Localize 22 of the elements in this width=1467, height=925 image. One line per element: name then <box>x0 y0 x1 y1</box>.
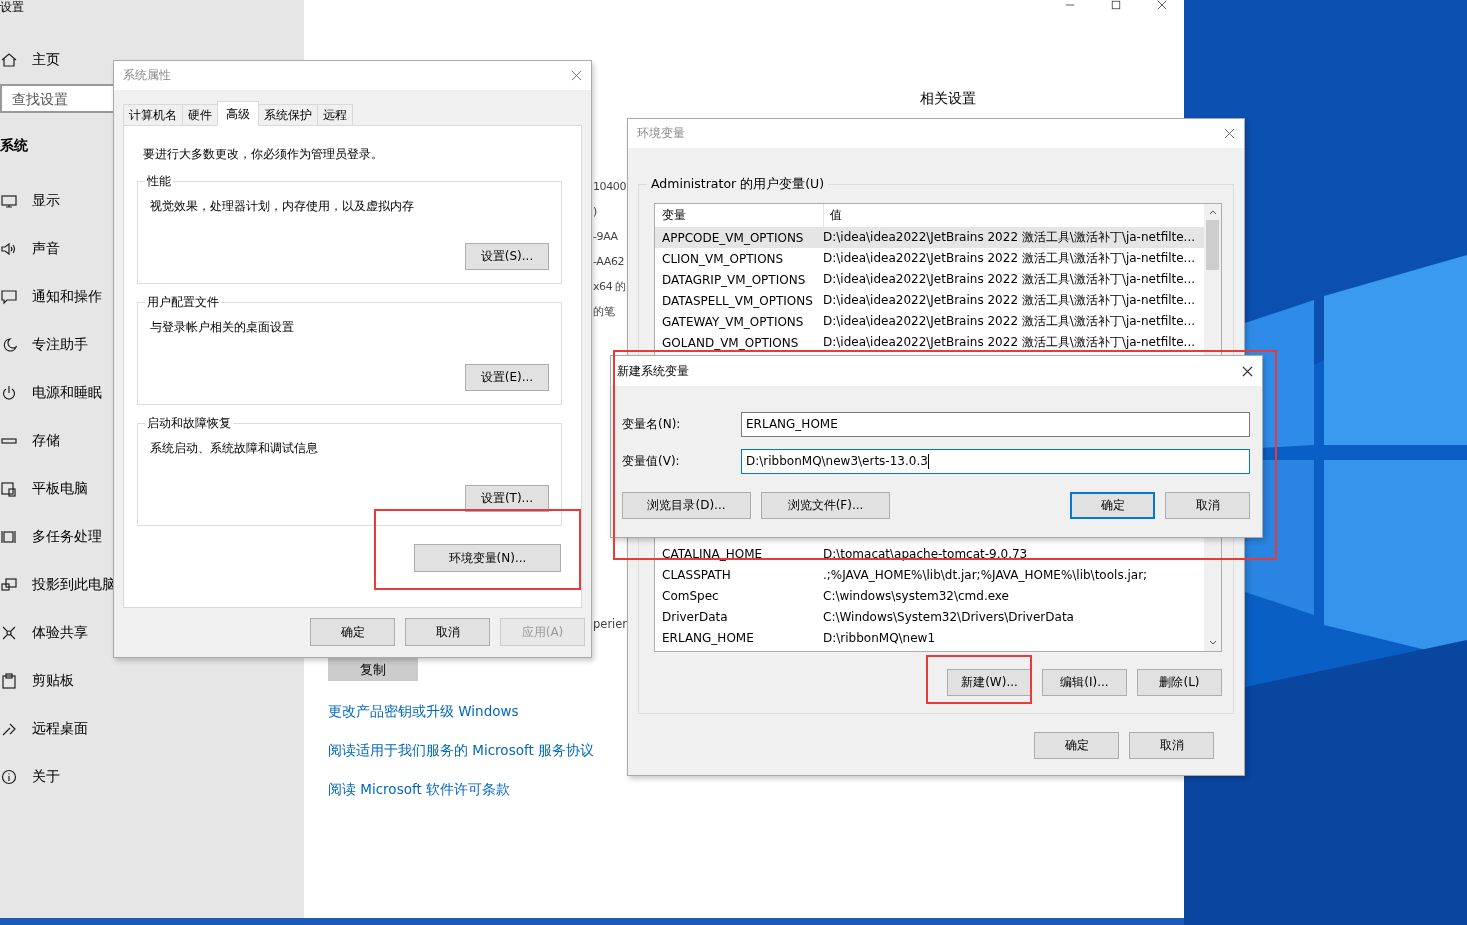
partial-text: -AA62 <box>593 254 625 270</box>
group-label: 启动和故障恢复 <box>145 415 233 432</box>
partial-text: 10400 <box>593 179 626 195</box>
dialog-title: 新建系统变量 <box>617 362 690 380</box>
field-label: 变量名(N): <box>622 416 682 433</box>
group-label: 性能 <box>145 173 173 190</box>
group-label: Administrator 的用户变量(U) <box>647 176 829 193</box>
window-title: 设置 <box>0 0 24 14</box>
notice-text: 要进行大多数更改，你必须作为管理员登录。 <box>142 146 384 163</box>
group-description: 与登录帐户相关的桌面设置 <box>150 319 295 336</box>
dialog-title: 环境变量 <box>637 125 686 142</box>
partial-text: -9AA <box>593 229 618 245</box>
field-label: 变量值(V): <box>622 453 681 470</box>
group-description: 系统启动、系统故障和调试信息 <box>150 440 319 457</box>
partial-text: 的笔 <box>593 304 615 320</box>
dialog-title: 系统属性 <box>123 67 172 84</box>
group-description: 视觉效果，处理器计划，内存使用，以及虚拟内存 <box>150 198 415 215</box>
group-label: 用户配置文件 <box>145 294 221 311</box>
section-heading: 相关设置 <box>920 90 976 108</box>
partial-text: x64 的 <box>593 279 626 295</box>
partial-text: ) <box>593 204 597 220</box>
section-heading: 系统 <box>0 137 28 155</box>
